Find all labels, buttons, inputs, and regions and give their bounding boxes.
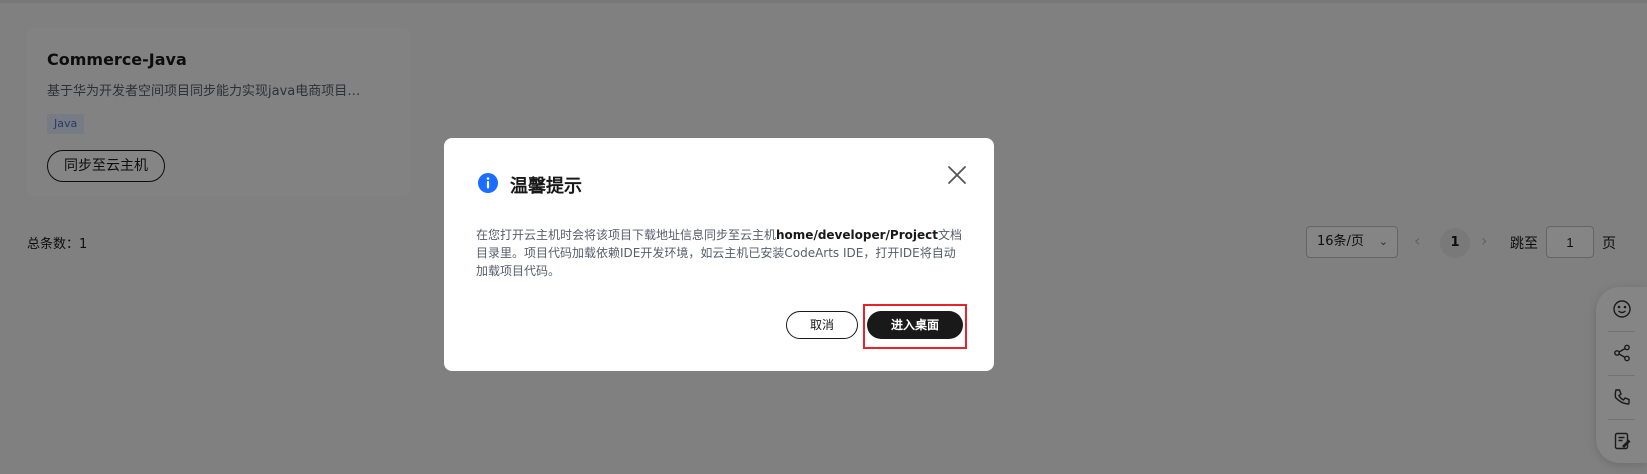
dialog-message: 在您打开云主机时会将该项目下载地址信息同步至云主机home/developer/… [476,226,964,280]
dialog-message-part1: 在您打开云主机时会将该项目下载地址信息同步至云主机 [476,228,777,242]
cancel-button[interactable]: 取消 [786,311,858,339]
close-icon[interactable] [946,164,968,186]
dialog-title: 温馨提示 [510,176,582,197]
info-icon [478,173,498,193]
enter-desktop-button[interactable]: 进入桌面 [867,311,963,339]
notice-dialog: 温馨提示 在您打开云主机时会将该项目下载地址信息同步至云主机home/devel… [444,138,994,371]
dialog-message-path: home/developer/Project [776,228,938,242]
